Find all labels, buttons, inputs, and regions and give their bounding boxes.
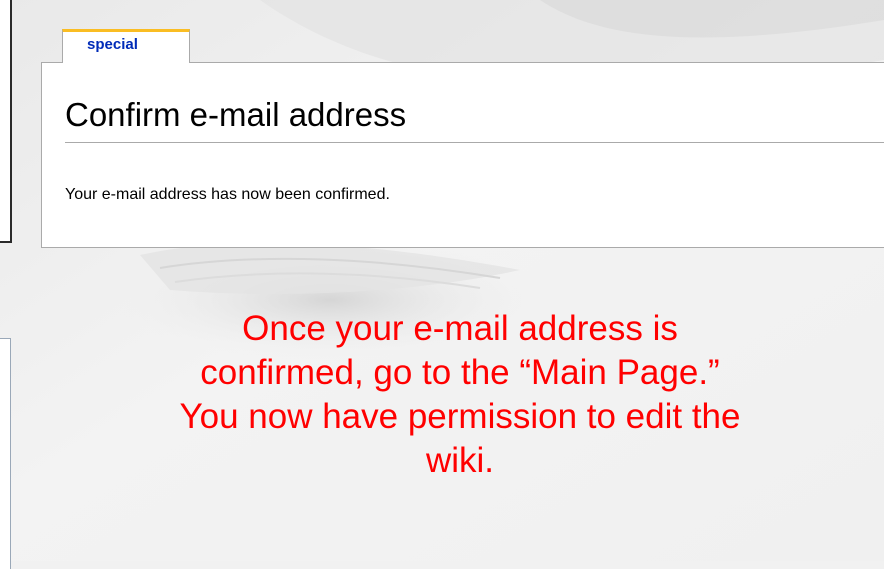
annotation-line: You now have permission to edit the — [179, 397, 741, 436]
title-divider — [65, 142, 884, 143]
left-window-frame-bottom — [0, 338, 11, 569]
left-window-frame-top — [0, 0, 12, 243]
tab-special[interactable]: special — [62, 29, 190, 63]
page-content: Confirm e-mail address Your e-mail addre… — [41, 62, 884, 248]
confirmation-message: Your e-mail address has now been confirm… — [65, 186, 390, 203]
annotation-line: Once your e-mail address is — [242, 309, 678, 348]
instruction-annotation: Once your e-mail address is confirmed, g… — [110, 307, 810, 483]
annotation-line: wiki. — [425, 441, 495, 480]
tab-special-label[interactable]: special — [87, 36, 138, 53]
page-title: Confirm e-mail address — [65, 96, 407, 133]
annotation-line: confirmed, go to the “Main Page.” — [200, 353, 720, 392]
